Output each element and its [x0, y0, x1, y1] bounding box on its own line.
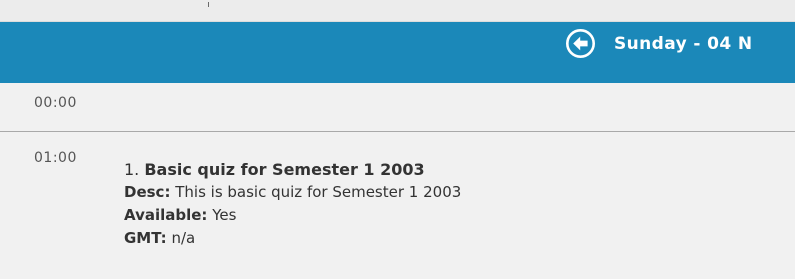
time-slot-0100: 01:00 1. Basic quiz for Semester 1 2003 …: [0, 132, 795, 279]
time-slot-0000: 00:00: [0, 83, 795, 132]
event-gmt-row: GMT: n/a: [124, 227, 461, 250]
desc-label: Desc:: [124, 183, 171, 201]
desc-value: This is basic quiz for Semester 1 2003: [175, 183, 462, 201]
top-strip: [0, 0, 795, 22]
available-value: Yes: [212, 206, 237, 224]
event-desc-row: Desc: This is basic quiz for Semester 1 …: [124, 181, 461, 204]
event-number: 1.: [124, 160, 140, 179]
event-title-link[interactable]: Basic quiz for Semester 1 2003: [144, 160, 424, 179]
available-label: Available:: [124, 206, 208, 224]
gmt-label: GMT:: [124, 229, 167, 247]
time-label: 01:00: [34, 150, 77, 166]
event-title-line: 1. Basic quiz for Semester 1 2003: [124, 158, 461, 181]
circle-arrow-left-icon[interactable]: [565, 28, 596, 59]
calendar-event: 1. Basic quiz for Semester 1 2003 Desc: …: [124, 158, 461, 250]
event-available-row: Available: Yes: [124, 204, 461, 227]
day-header: Sunday - 04 N: [0, 22, 795, 83]
gmt-value: n/a: [171, 229, 196, 247]
cursor-mark: [208, 2, 209, 7]
day-title: Sunday - 04 N: [614, 34, 753, 54]
time-label: 00:00: [34, 95, 77, 111]
